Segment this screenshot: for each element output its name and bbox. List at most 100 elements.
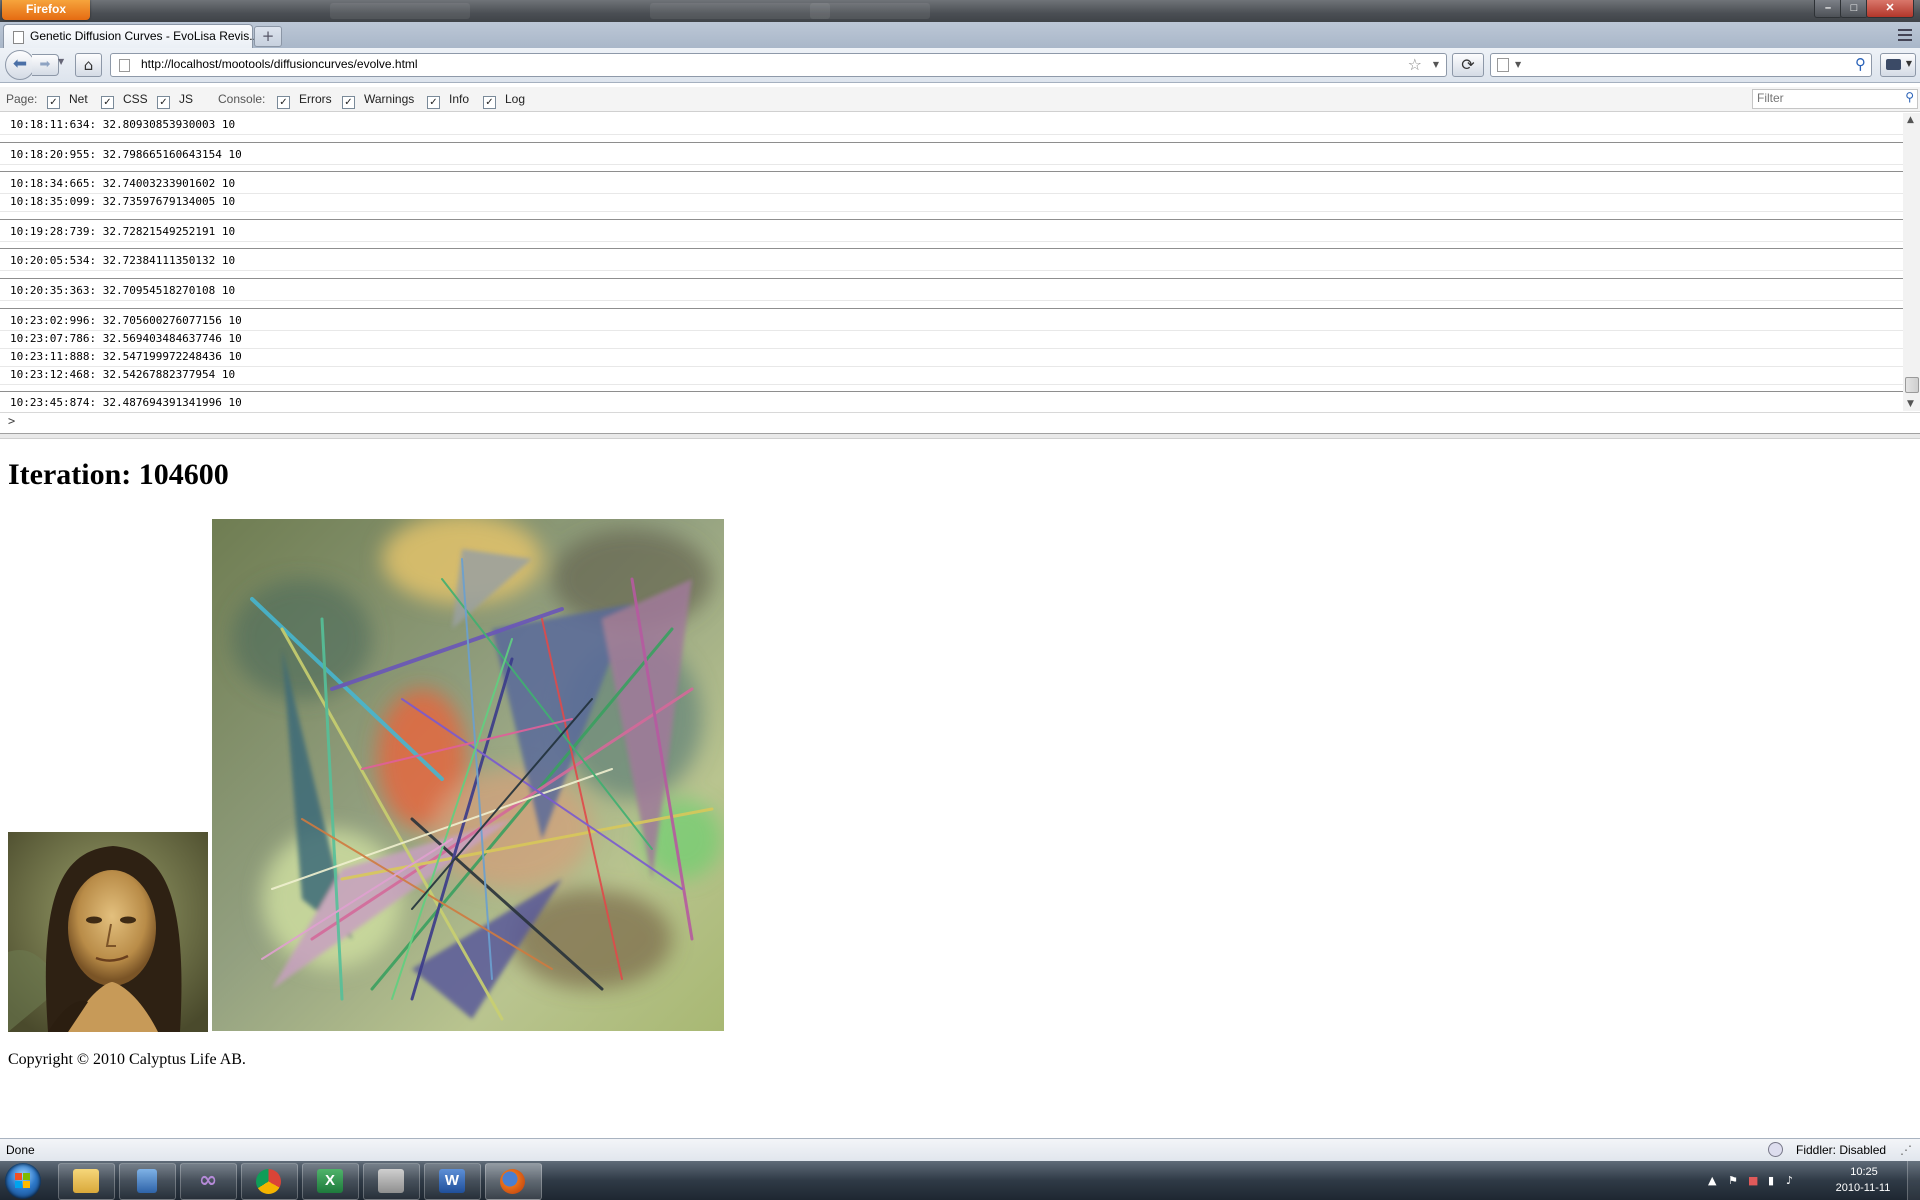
log-entry: 10:20:05:534: 32.72384111350132 10	[10, 254, 236, 267]
magnifier-icon[interactable]: ⚲	[1855, 55, 1866, 73]
filter-label: Info	[449, 92, 470, 106]
group-separator	[0, 219, 1903, 220]
infinity-icon: ∞	[198, 1168, 218, 1193]
filter-label: Errors	[299, 92, 332, 106]
close-button[interactable]: ✕	[1866, 0, 1914, 18]
checkbox-icon[interactable]: ✓	[277, 96, 290, 109]
fiddler-icon[interactable]	[1768, 1142, 1783, 1157]
url-text[interactable]: http://localhost/mootools/diffusioncurve…	[141, 57, 418, 71]
show-desktop-button[interactable]	[1907, 1161, 1920, 1200]
taskbar-word[interactable]: W	[424, 1163, 481, 1200]
taskbar-windows-explorer[interactable]	[58, 1163, 115, 1200]
filter-label: CSS	[123, 92, 148, 106]
taskbar-excel[interactable]: X	[302, 1163, 359, 1200]
clock-time[interactable]: 10:25	[1834, 1166, 1894, 1178]
back-arrow-icon[interactable]: ⬅	[5, 50, 35, 80]
group-separator	[0, 391, 1903, 392]
list-all-tabs-icon[interactable]	[1898, 29, 1912, 41]
filter-label: JS	[179, 92, 194, 106]
minimize-button[interactable]: –	[1814, 0, 1842, 18]
window-titlebar: Firefox – □ ✕	[0, 0, 1920, 22]
filter-js[interactable]: ✓ JS	[157, 92, 193, 109]
checkbox-icon[interactable]: ✓	[483, 96, 496, 109]
firebug-console-toolbar: Page: ✓ Net ✓ CSS ✓ JS Console: ✓ Errors ✓ Wa…	[0, 87, 1920, 112]
filter-errors[interactable]: ✓ Errors	[277, 92, 332, 109]
volume-icon[interactable]: ♪	[1786, 1174, 1793, 1187]
forward-arrow-icon[interactable]: ➡	[32, 54, 59, 76]
checkbox-icon[interactable]: ✓	[157, 96, 170, 109]
taskbar-notes[interactable]	[119, 1163, 176, 1200]
network-icon[interactable]: ▮	[1768, 1174, 1774, 1187]
bookmarks-menu-button[interactable]: ▼	[1880, 53, 1916, 77]
scroll-down-icon[interactable]: ▼	[1907, 399, 1914, 409]
page-icon	[13, 31, 24, 44]
panel-splitter[interactable]	[0, 433, 1920, 439]
console-filter-input[interactable]	[1753, 90, 1887, 106]
filter-css[interactable]: ✓ CSS	[101, 92, 148, 109]
home-icon[interactable]: ⌂	[75, 53, 102, 77]
search-bar[interactable]: ▼ ⚲	[1490, 53, 1872, 77]
filter-info[interactable]: ✓ Info	[427, 92, 469, 109]
security-icon[interactable]: ■	[1748, 1174, 1758, 1187]
filter-log[interactable]: ✓ Log	[483, 92, 525, 109]
clock-date[interactable]: 2010-11-11	[1824, 1182, 1902, 1194]
row-divider	[0, 300, 1903, 301]
console-command-line[interactable]: >	[0, 412, 1920, 433]
status-text: Done	[6, 1143, 35, 1157]
console-filter-box[interactable]: ⚲	[1752, 89, 1918, 109]
log-entry: 10:18:11:634: 32.80930853930003 10	[10, 118, 236, 131]
row-divider	[0, 134, 1903, 135]
checkbox-icon[interactable]: ✓	[101, 96, 114, 109]
group-separator	[0, 308, 1903, 309]
taskbar-firefox[interactable]	[485, 1163, 542, 1200]
log-entry: 10:23:11:888: 32.547199972248436 10	[10, 350, 242, 363]
reload-icon[interactable]: ⟳	[1452, 53, 1484, 77]
star-icon[interactable]: ☆	[1408, 55, 1422, 74]
group-separator	[0, 142, 1903, 143]
filter-label: Log	[505, 92, 526, 106]
page-icon	[119, 59, 130, 72]
tools-icon	[378, 1169, 404, 1193]
background-window-ghost	[330, 3, 470, 19]
new-tab-button[interactable]: +	[254, 26, 282, 47]
console-scrollbar[interactable]: ▲ ▼	[1903, 113, 1920, 411]
url-history-dropdown-icon[interactable]: ▼	[1433, 60, 1439, 69]
folder-icon	[73, 1169, 99, 1193]
fiddler-status[interactable]: Fiddler: Disabled	[1796, 1143, 1886, 1157]
maximize-button[interactable]: □	[1840, 0, 1868, 18]
url-bar[interactable]: http://localhost/mootools/diffusioncurve…	[110, 53, 1447, 77]
start-button[interactable]	[5, 1163, 41, 1199]
taskbar-chrome[interactable]	[241, 1163, 298, 1200]
action-center-flag-icon[interactable]: ⚑	[1728, 1174, 1738, 1187]
taskbar-visual-studio[interactable]: ∞	[180, 1163, 237, 1200]
filter-warnings[interactable]: ✓ Warnings	[342, 92, 414, 109]
navigation-toolbar: ⬅ ➡ ▼ ⌂ http://localhost/mootools/diffus…	[0, 48, 1920, 83]
checkbox-icon[interactable]: ✓	[47, 96, 60, 109]
resize-grip-icon[interactable]: ⋰	[1900, 1143, 1912, 1157]
taskbar-tools[interactable]	[363, 1163, 420, 1200]
group-separator	[0, 171, 1903, 172]
background-window-ghost	[810, 3, 930, 19]
firefox-menu-button[interactable]: Firefox	[2, 0, 90, 20]
scrollbar-thumb[interactable]	[1905, 377, 1919, 393]
filter-net[interactable]: ✓ Net	[47, 92, 88, 109]
show-hidden-icons-icon[interactable]: ▲	[1708, 1174, 1716, 1187]
checkbox-icon[interactable]: ✓	[342, 96, 355, 109]
checkbox-icon[interactable]: ✓	[427, 96, 440, 109]
scroll-up-icon[interactable]: ▲	[1907, 115, 1914, 125]
magnifier-icon: ⚲	[1905, 90, 1914, 104]
filter-label: Warnings	[364, 92, 415, 106]
excel-icon: X	[317, 1169, 343, 1193]
notes-icon	[137, 1169, 157, 1193]
search-engine-dropdown-icon[interactable]: ▼	[1515, 60, 1521, 69]
history-dropdown-icon[interactable]: ▼	[58, 57, 64, 66]
row-divider	[0, 270, 1903, 271]
row-divider	[0, 164, 1903, 165]
tab-active[interactable]: Genetic Diffusion Curves - EvoLisa Revis…	[3, 24, 259, 49]
command-prompt: >	[8, 414, 16, 428]
tab-strip: Genetic Diffusion Curves - EvoLisa Revis…	[0, 22, 1920, 49]
log-entry: 10:18:34:665: 32.74003233901602 10	[10, 177, 236, 190]
log-entry: 10:23:12:468: 32.54267882377954 10	[10, 368, 236, 381]
search-engine-icon[interactable]	[1497, 58, 1509, 72]
iteration-heading: Iteration: 104600	[8, 458, 229, 491]
